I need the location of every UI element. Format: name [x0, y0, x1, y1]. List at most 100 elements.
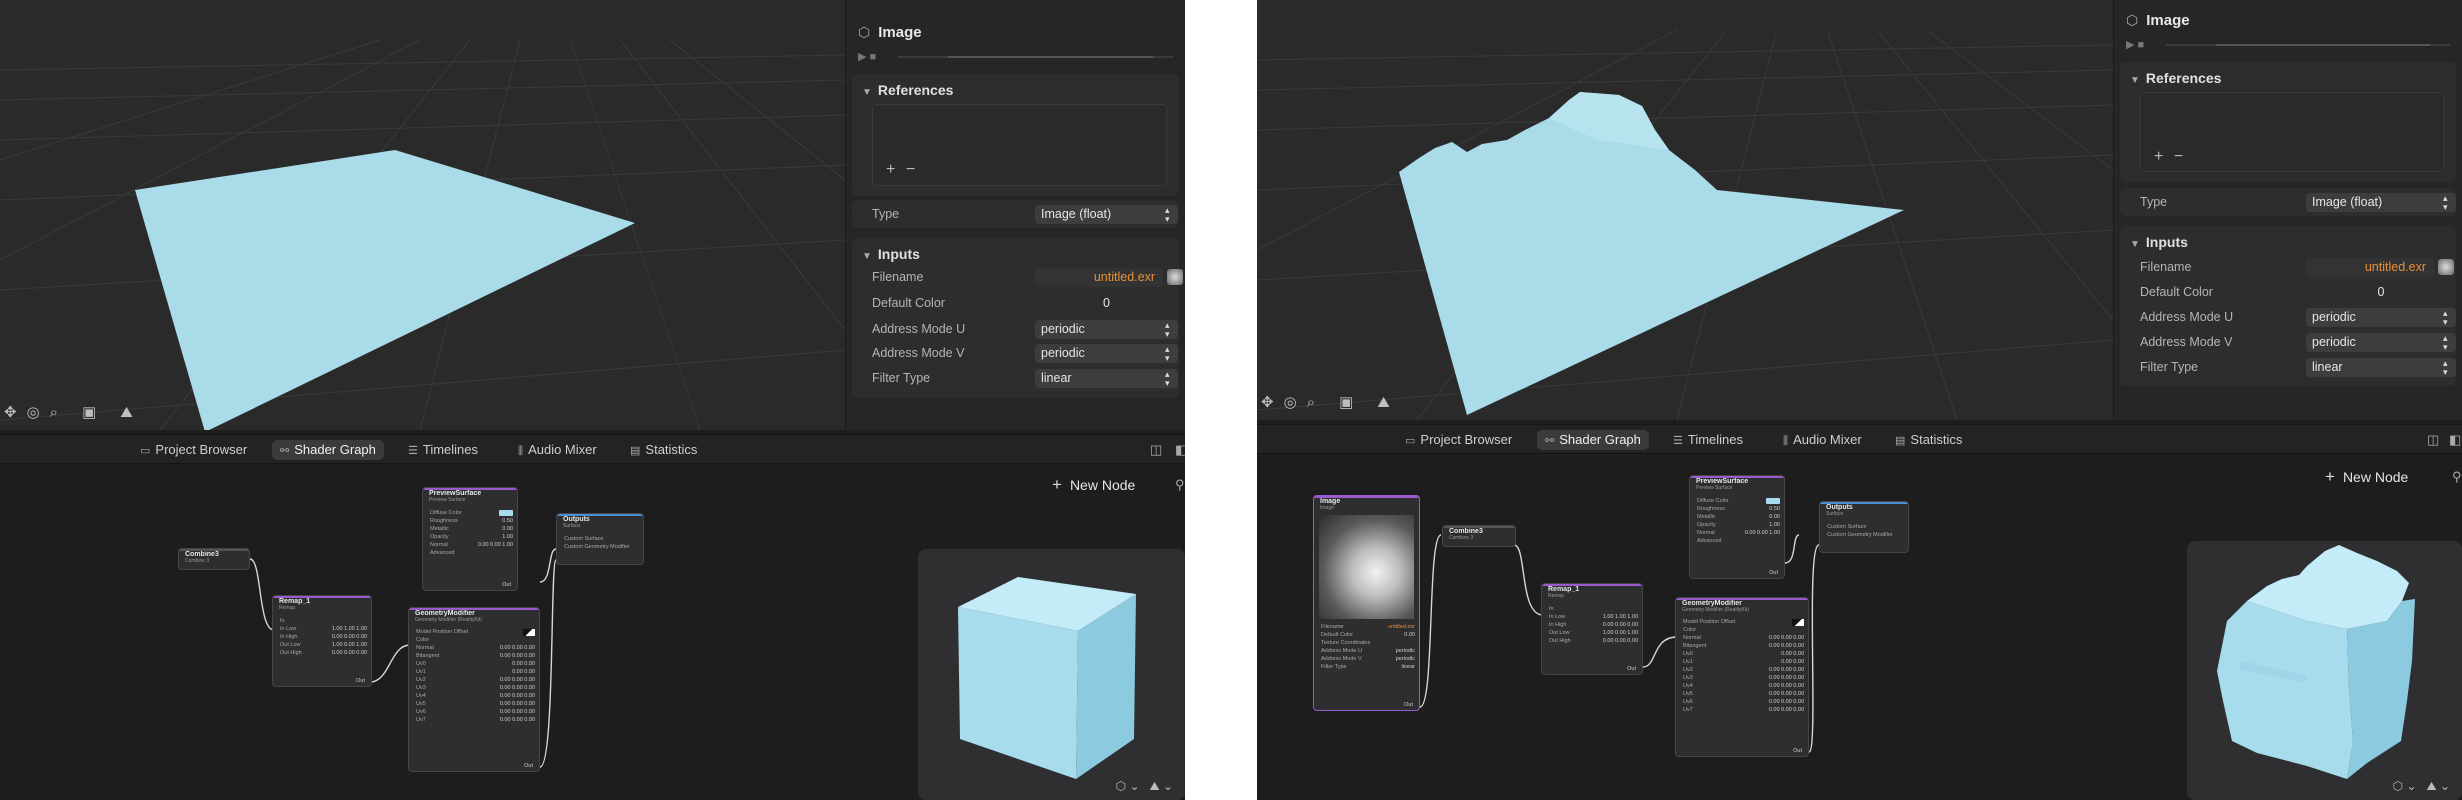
statistics-icon: ▤: [1895, 435, 1906, 447]
panel-layout-icon[interactable]: ◫: [2427, 432, 2439, 448]
remove-reference-button[interactable]: −: [906, 161, 915, 179]
default-color-field[interactable]: 0: [1035, 294, 1178, 313]
node-param-row: Custom Surface: [564, 536, 604, 542]
playback-scrubber[interactable]: ▶ ■: [858, 50, 1173, 64]
address-mode-u-select[interactable]: periodic: [1035, 320, 1178, 339]
output-port[interactable]: Out: [1793, 748, 1802, 754]
address-mode-v-label: Address Mode V: [2140, 335, 2233, 349]
node-combine3[interactable]: Combine3 Combine 3: [1442, 525, 1516, 547]
orbit-icon[interactable]: ◎: [27, 404, 40, 422]
node-subtitle: Remap: [279, 605, 296, 611]
tab-audio-mixer[interactable]: ⫼ Audio Mixer: [510, 440, 605, 460]
preview-shape-icon[interactable]: ⬡ ⌄: [1116, 779, 1140, 793]
output-port[interactable]: Out: [524, 763, 533, 769]
zoom-icon[interactable]: ⌕: [1307, 394, 1315, 412]
inputs-header[interactable]: ▼ Inputs: [2130, 234, 2188, 250]
zoom-icon[interactable]: ⌕: [50, 404, 58, 422]
default-color-field[interactable]: 0: [2306, 283, 2456, 302]
pin-icon[interactable]: ⚲: [2452, 469, 2462, 485]
node-param-row: Texture Coordinates: [1321, 640, 1371, 646]
move-icon[interactable]: ✥: [4, 404, 17, 422]
filter-type-select[interactable]: linear: [1035, 369, 1178, 388]
preview-environment-icon[interactable]: ⛰ ⌄: [1150, 779, 1173, 793]
output-port[interactable]: Out: [1404, 702, 1413, 708]
play-icon[interactable]: ▶ ■: [2126, 38, 2144, 51]
play-icon[interactable]: ▶ ■: [858, 50, 876, 63]
node-combine3[interactable]: Combine3 Combine 3: [178, 548, 250, 570]
tab-statistics[interactable]: ▤ Statistics: [1887, 430, 1970, 450]
type-label: Type: [2140, 195, 2168, 209]
tab-shader-graph[interactable]: ⚯ Shader Graph: [1537, 430, 1649, 450]
preview-environment-icon[interactable]: ⛰ ⌄: [2427, 779, 2450, 793]
orbit-icon[interactable]: ◎: [1284, 394, 1297, 412]
statistics-icon: ▤: [630, 445, 641, 457]
new-node-button[interactable]: + New Node: [1052, 475, 1135, 495]
node-param-row: In High 0.00 0.00 0.00: [1549, 622, 1638, 628]
shader-graph-canvas[interactable]: + New Node ⚲ Combine3 Combine 3 Remap_1 R…: [0, 465, 1185, 800]
tab-statistics[interactable]: ▤ Statistics: [622, 440, 705, 460]
panel-layout-icon[interactable]: ◫: [1150, 442, 1162, 458]
node-geometry-modifier[interactable]: GeometryModifier Geometry Modifier (Real…: [408, 607, 540, 772]
camera-icon[interactable]: ▣: [1339, 394, 1353, 412]
node-outputs[interactable]: Outputs Surface Custom Surface Custom Ge…: [1819, 501, 1909, 553]
node-preview-surface[interactable]: PreviewSurface Preview Surface Diffuse C…: [422, 487, 518, 591]
panel-split-icon[interactable]: ◧: [1175, 442, 1185, 458]
address-mode-u-select[interactable]: periodic: [2306, 308, 2456, 327]
references-list[interactable]: [872, 104, 1167, 186]
filter-type-select[interactable]: linear: [2306, 358, 2456, 377]
remove-reference-button[interactable]: −: [2174, 148, 2183, 166]
tab-project-browser[interactable]: ▭ Project Browser: [1397, 430, 1520, 450]
address-mode-v-select[interactable]: periodic: [2306, 333, 2456, 352]
image-thumbnail-icon[interactable]: [1167, 269, 1183, 285]
address-mode-v-select[interactable]: periodic: [1035, 344, 1178, 363]
environment-icon[interactable]: ⛰: [1377, 394, 1390, 412]
node-image[interactable]: Image Image Filename untitled.exr Default…: [1313, 495, 1420, 711]
node-param-row: Out Low 1.00 0.00 1.00: [1549, 630, 1638, 636]
output-port[interactable]: Out: [1769, 570, 1778, 576]
material-preview[interactable]: ⬡ ⌄ ⛰ ⌄: [2187, 541, 2462, 800]
new-node-button[interactable]: + New Node: [2325, 467, 2408, 487]
image-thumbnail-icon[interactable]: [2438, 259, 2454, 275]
add-reference-button[interactable]: +: [886, 161, 895, 179]
node-param-row: Uv0 0.00 0.00: [416, 661, 535, 667]
environment-icon[interactable]: ⛰: [120, 404, 133, 422]
shader-graph-canvas[interactable]: + New Node ⚲ Image Image Filename untitled…: [1257, 455, 2462, 800]
playback-scrubber[interactable]: ▶ ■: [2126, 38, 2450, 52]
node-remap[interactable]: Remap_1 Remap In In Low 1.00 1.00 1.00 In…: [1541, 583, 1643, 675]
plus-icon: +: [1052, 475, 1062, 494]
tab-shader-graph[interactable]: ⚯ Shader Graph: [272, 440, 384, 460]
references-list[interactable]: [2140, 92, 2444, 172]
node-remap[interactable]: Remap_1 Remap In In Low 1.00 1.00 1.00 In…: [272, 595, 372, 687]
tab-project-browser[interactable]: ▭ Project Browser: [132, 440, 255, 460]
references-header[interactable]: ▼ References: [2130, 70, 2221, 86]
node-preview-surface[interactable]: PreviewSurface Preview Surface Diffuse C…: [1689, 475, 1785, 579]
node-param-row: Out High 0.00 0.00 0.00: [280, 650, 367, 656]
viewport-toolbar: ✥ ◎ ⌕ ▣ ⛰: [4, 404, 133, 422]
references-header[interactable]: ▼ References: [862, 82, 953, 98]
node-outputs[interactable]: Outputs Surface Custom Surface Custom Ge…: [556, 513, 644, 565]
filename-field[interactable]: untitled.exr: [2306, 258, 2434, 277]
node-param-row: Metallic 0.00: [1697, 514, 1780, 520]
filename-field[interactable]: untitled.exr: [1035, 268, 1163, 287]
panel-split-icon[interactable]: ◧: [2449, 432, 2461, 448]
3d-viewport[interactable]: ✥ ◎ ⌕ ▣ ⛰: [0, 0, 845, 430]
output-port[interactable]: Out: [356, 678, 365, 684]
output-port[interactable]: Out: [502, 582, 511, 588]
add-reference-button[interactable]: +: [2154, 148, 2163, 166]
type-select[interactable]: Image (float): [2306, 193, 2456, 212]
tab-audio-mixer[interactable]: ⫼ Audio Mixer: [1775, 430, 1870, 450]
pin-icon[interactable]: ⚲: [1175, 477, 1185, 493]
material-preview[interactable]: ⬡ ⌄ ⛰ ⌄: [918, 549, 1185, 800]
tab-timelines[interactable]: ☰ Timelines: [400, 440, 486, 460]
camera-icon[interactable]: ▣: [82, 404, 96, 422]
tab-timelines[interactable]: ☰ Timelines: [1665, 430, 1751, 450]
3d-viewport[interactable]: ✥ ◎ ⌕ ▣ ⛰: [1257, 0, 2113, 420]
output-port[interactable]: Out: [1627, 666, 1636, 672]
filter-type-label: Filter Type: [2140, 360, 2199, 374]
type-select[interactable]: Image (float): [1035, 205, 1178, 224]
node-geometry-modifier[interactable]: GeometryModifier Geometry Modifier (Real…: [1675, 597, 1809, 757]
inputs-header[interactable]: ▼ Inputs: [862, 246, 920, 262]
move-icon[interactable]: ✥: [1261, 394, 1274, 412]
node-param-row: Roughness 0.50: [430, 518, 513, 524]
preview-shape-icon[interactable]: ⬡ ⌄: [2393, 779, 2417, 793]
